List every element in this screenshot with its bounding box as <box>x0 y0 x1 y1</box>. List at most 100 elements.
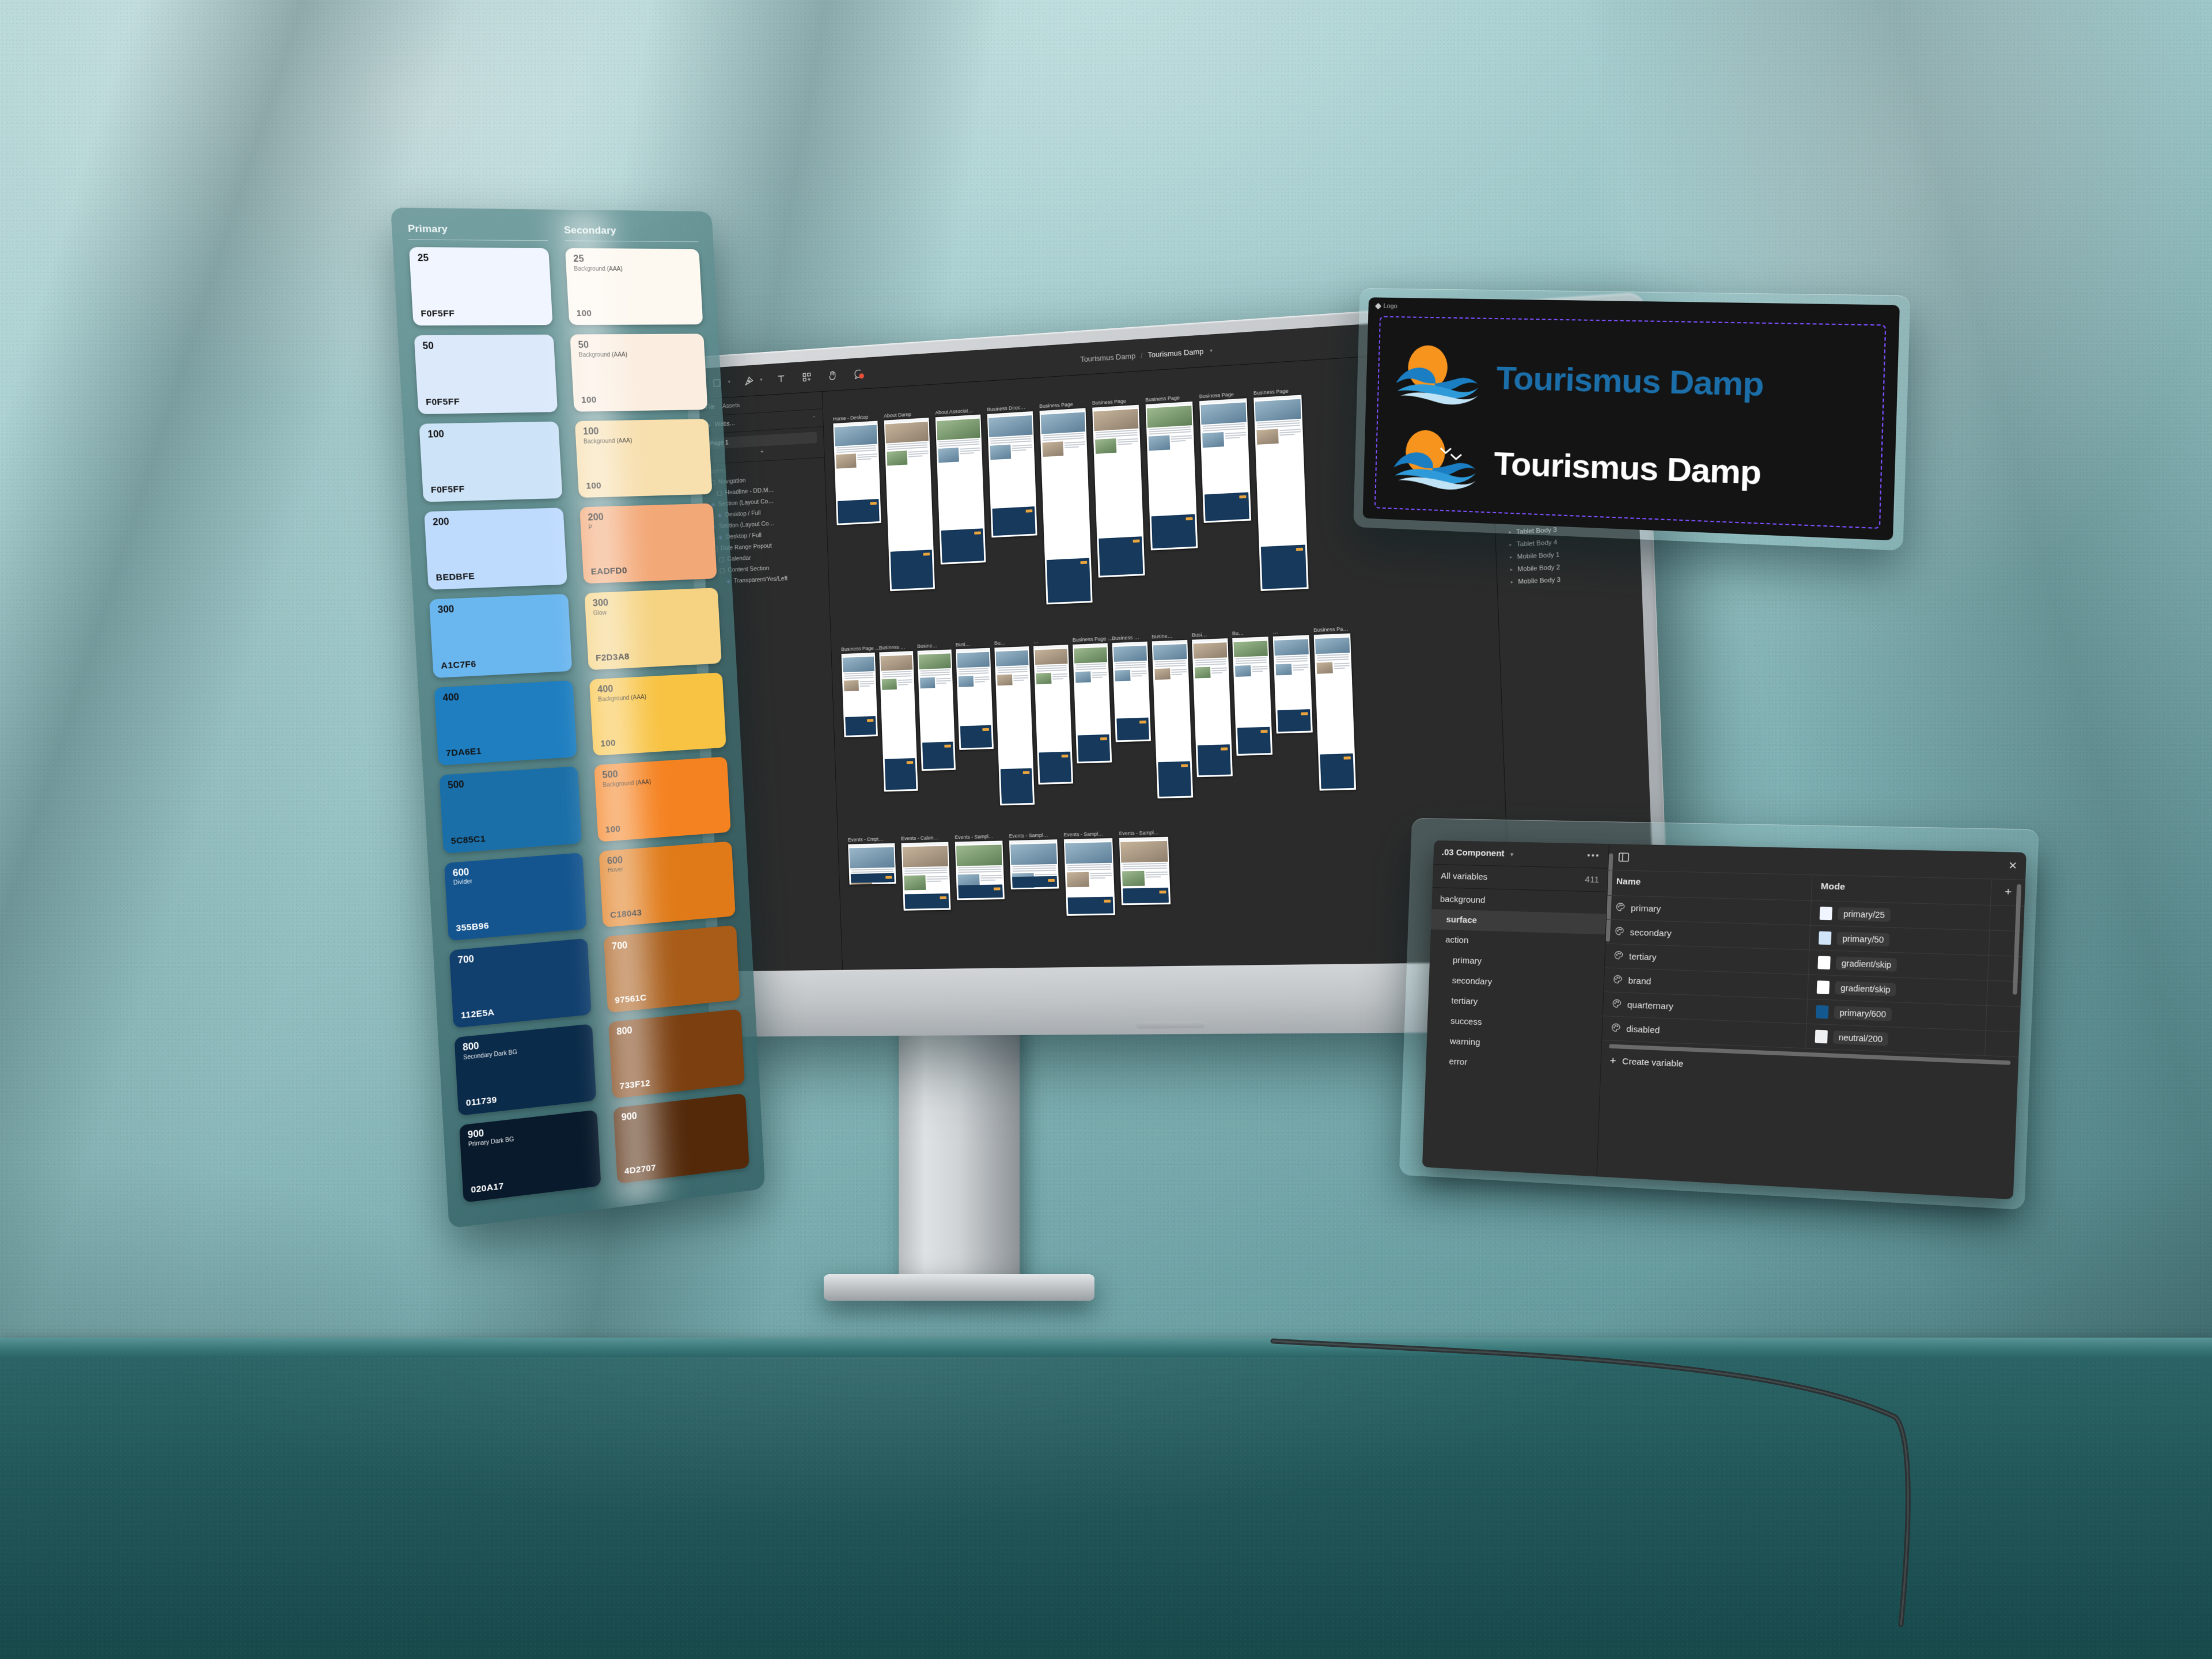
canvas-frame-thumbnail[interactable] <box>1033 645 1073 785</box>
frame-label[interactable]: Events - Empt… <box>848 836 884 843</box>
canvas-frame-thumbnail[interactable] <box>1313 633 1357 791</box>
canvas-frame-thumbnail[interactable] <box>901 842 951 911</box>
canvas-frame-thumbnail[interactable] <box>1272 635 1313 734</box>
canvas-frame-thumbnail[interactable] <box>1199 398 1251 523</box>
canvas-frame-thumbnail[interactable] <box>1119 836 1171 906</box>
color-swatch[interactable]: 500 5C85C1 <box>439 766 582 854</box>
tab-assets[interactable]: Assets <box>722 402 740 410</box>
close-icon[interactable]: × <box>2008 858 2017 873</box>
frame-label[interactable]: … <box>1033 638 1039 644</box>
color-swatch[interactable]: 200 P EADFD0 <box>579 503 717 584</box>
canvas-frame-thumbnail[interactable] <box>879 651 918 792</box>
frame-label[interactable]: Busi… <box>956 641 971 647</box>
color-swatch[interactable]: 400 7DA6E1 <box>434 680 577 766</box>
frame-label[interactable]: Bu… <box>994 640 1006 646</box>
palette-column-title: Secondary <box>563 224 699 243</box>
color-swatch[interactable]: 800 Secondary Dark BG 011739 <box>454 1024 597 1116</box>
canvas-frame-thumbnail[interactable] <box>1009 839 1059 890</box>
canvas-frame-thumbnail[interactable] <box>1145 401 1198 551</box>
frame-label[interactable]: … <box>1272 628 1278 634</box>
color-swatch[interactable]: 100 F0F5FF <box>419 421 563 502</box>
panel-layout-icon[interactable] <box>1617 851 1631 864</box>
color-swatch[interactable]: 300 A1C7F6 <box>429 594 573 678</box>
frame-label[interactable]: Events - Sampl… <box>1009 832 1048 839</box>
canvas-frame-thumbnail[interactable] <box>848 843 896 885</box>
chevron-right-icon[interactable]: ▸ <box>1511 579 1514 584</box>
collection-menu-button[interactable]: ••• <box>1587 850 1600 861</box>
frame-label[interactable]: Business Page <box>1253 388 1289 396</box>
swatch-top: 800 <box>616 1016 734 1038</box>
canvas-frame-thumbnail[interactable] <box>1152 639 1194 799</box>
frame-label[interactable]: About Damp <box>884 411 911 419</box>
frame-label[interactable]: Business Page … <box>1073 635 1113 643</box>
color-swatch[interactable]: 50 F0F5FF <box>414 335 558 414</box>
canvas-frame-thumbnail[interactable] <box>987 411 1037 538</box>
frame-label[interactable]: Business … <box>879 644 906 651</box>
canvas-frame-thumbnail[interactable] <box>1073 643 1112 764</box>
collection-name[interactable]: .03 Component <box>1441 847 1504 858</box>
comment-icon[interactable] <box>851 366 866 381</box>
canvas-frame-thumbnail[interactable] <box>1112 641 1152 743</box>
chevron-right-icon[interactable]: ▸ <box>1510 554 1513 559</box>
color-swatch[interactable]: 700 112E5A <box>449 938 592 1028</box>
hand-icon[interactable] <box>825 368 840 383</box>
canvas-frame-thumbnail[interactable] <box>1039 408 1093 605</box>
frame-label[interactable]: Business Page <box>1199 392 1234 400</box>
file-chevron-icon[interactable]: ⌃ <box>812 415 816 422</box>
collection-chevron-down-icon[interactable]: ▾ <box>1510 851 1514 858</box>
color-swatch[interactable]: 600 Divider 355B96 <box>444 852 587 941</box>
canvas-frame-thumbnail[interactable] <box>935 414 986 565</box>
color-swatch[interactable]: 900 4D2707 <box>613 1093 749 1184</box>
canvas-frame-thumbnail[interactable] <box>917 649 956 771</box>
frame-label[interactable]: Events - Sampl… <box>955 834 994 840</box>
chevron-right-icon[interactable]: ▸ <box>1510 567 1513 572</box>
frame-label[interactable]: Events - Calen… <box>901 835 938 841</box>
canvas-frame-thumbnail[interactable] <box>956 647 994 750</box>
color-swatch[interactable]: 800 733F12 <box>608 1009 745 1099</box>
color-swatch[interactable]: 50 Background (AAA) 100 <box>570 334 708 412</box>
frame-label[interactable]: Business Page <box>1039 402 1073 409</box>
canvas-frame-thumbnail[interactable] <box>1232 637 1273 756</box>
color-swatch[interactable]: 500 Background (AAA) 100 <box>594 756 731 842</box>
canvas-frame-thumbnail[interactable] <box>1192 638 1233 778</box>
variable-mode-cell[interactable]: primary/25 <box>1810 901 1991 930</box>
color-swatch[interactable]: 200 BEDBFE <box>424 507 567 590</box>
color-swatch[interactable]: 300 Glow F2D3A8 <box>584 588 722 671</box>
canvas-frame-thumbnail[interactable] <box>1253 395 1309 591</box>
frame-label[interactable]: Business Page <box>1145 395 1180 403</box>
canvas-frame-thumbnail[interactable] <box>1063 838 1115 916</box>
chevron-right-icon[interactable]: ▸ <box>1509 542 1512 547</box>
canvas-frame-thumbnail[interactable] <box>955 840 1005 900</box>
frame-label[interactable]: Bu… <box>1232 630 1244 637</box>
frame-label[interactable]: About Associat… <box>935 408 973 416</box>
swatch-top: 300 Glow <box>592 594 711 618</box>
frame-label[interactable]: Business Page … <box>841 645 880 652</box>
frame-label[interactable]: Busi… <box>1192 631 1207 638</box>
frame-label[interactable]: Business Pa… <box>1313 626 1349 633</box>
canvas-frame-thumbnail[interactable] <box>841 652 878 737</box>
color-swatch[interactable]: 600 Hover C18043 <box>599 840 736 927</box>
frame-label[interactable]: Events - Sampl… <box>1119 830 1159 836</box>
color-swatch[interactable]: 700 97561C <box>603 925 740 1013</box>
components-icon[interactable] <box>800 369 814 385</box>
frame-label[interactable]: Home - Desktop <box>833 414 868 422</box>
frame-label[interactable]: Business … <box>1112 634 1139 641</box>
frame-label[interactable]: Events - Sampl… <box>1063 831 1103 838</box>
pen-icon[interactable] <box>742 373 756 388</box>
frame-label[interactable]: Busine… <box>917 643 937 649</box>
canvas-frame-thumbnail[interactable] <box>884 418 935 592</box>
chevron-down-icon[interactable]: ▾ <box>728 379 731 385</box>
canvas-frame-thumbnail[interactable] <box>1092 404 1145 578</box>
color-swatch[interactable]: 900 Primary Dark BG 020A17 <box>459 1109 601 1203</box>
color-swatch[interactable]: 100 Background (AAA) 100 <box>574 418 713 498</box>
canvas-frame-thumbnail[interactable] <box>994 646 1035 806</box>
canvas-frame-thumbnail[interactable] <box>833 421 881 525</box>
color-swatch[interactable]: 400 Background (AAA) 100 <box>589 672 726 756</box>
frame-label[interactable]: Business Direc… <box>987 404 1025 412</box>
text-icon[interactable] <box>774 371 789 387</box>
color-swatch[interactable]: 25 Background (AAA) 100 <box>565 248 703 325</box>
color-swatch[interactable]: 25 F0F5FF <box>408 247 553 326</box>
frame-label[interactable]: Busine… <box>1152 633 1173 639</box>
chevron-down-icon-2[interactable]: ▾ <box>760 377 763 383</box>
frame-label[interactable]: Business Page <box>1092 398 1126 406</box>
